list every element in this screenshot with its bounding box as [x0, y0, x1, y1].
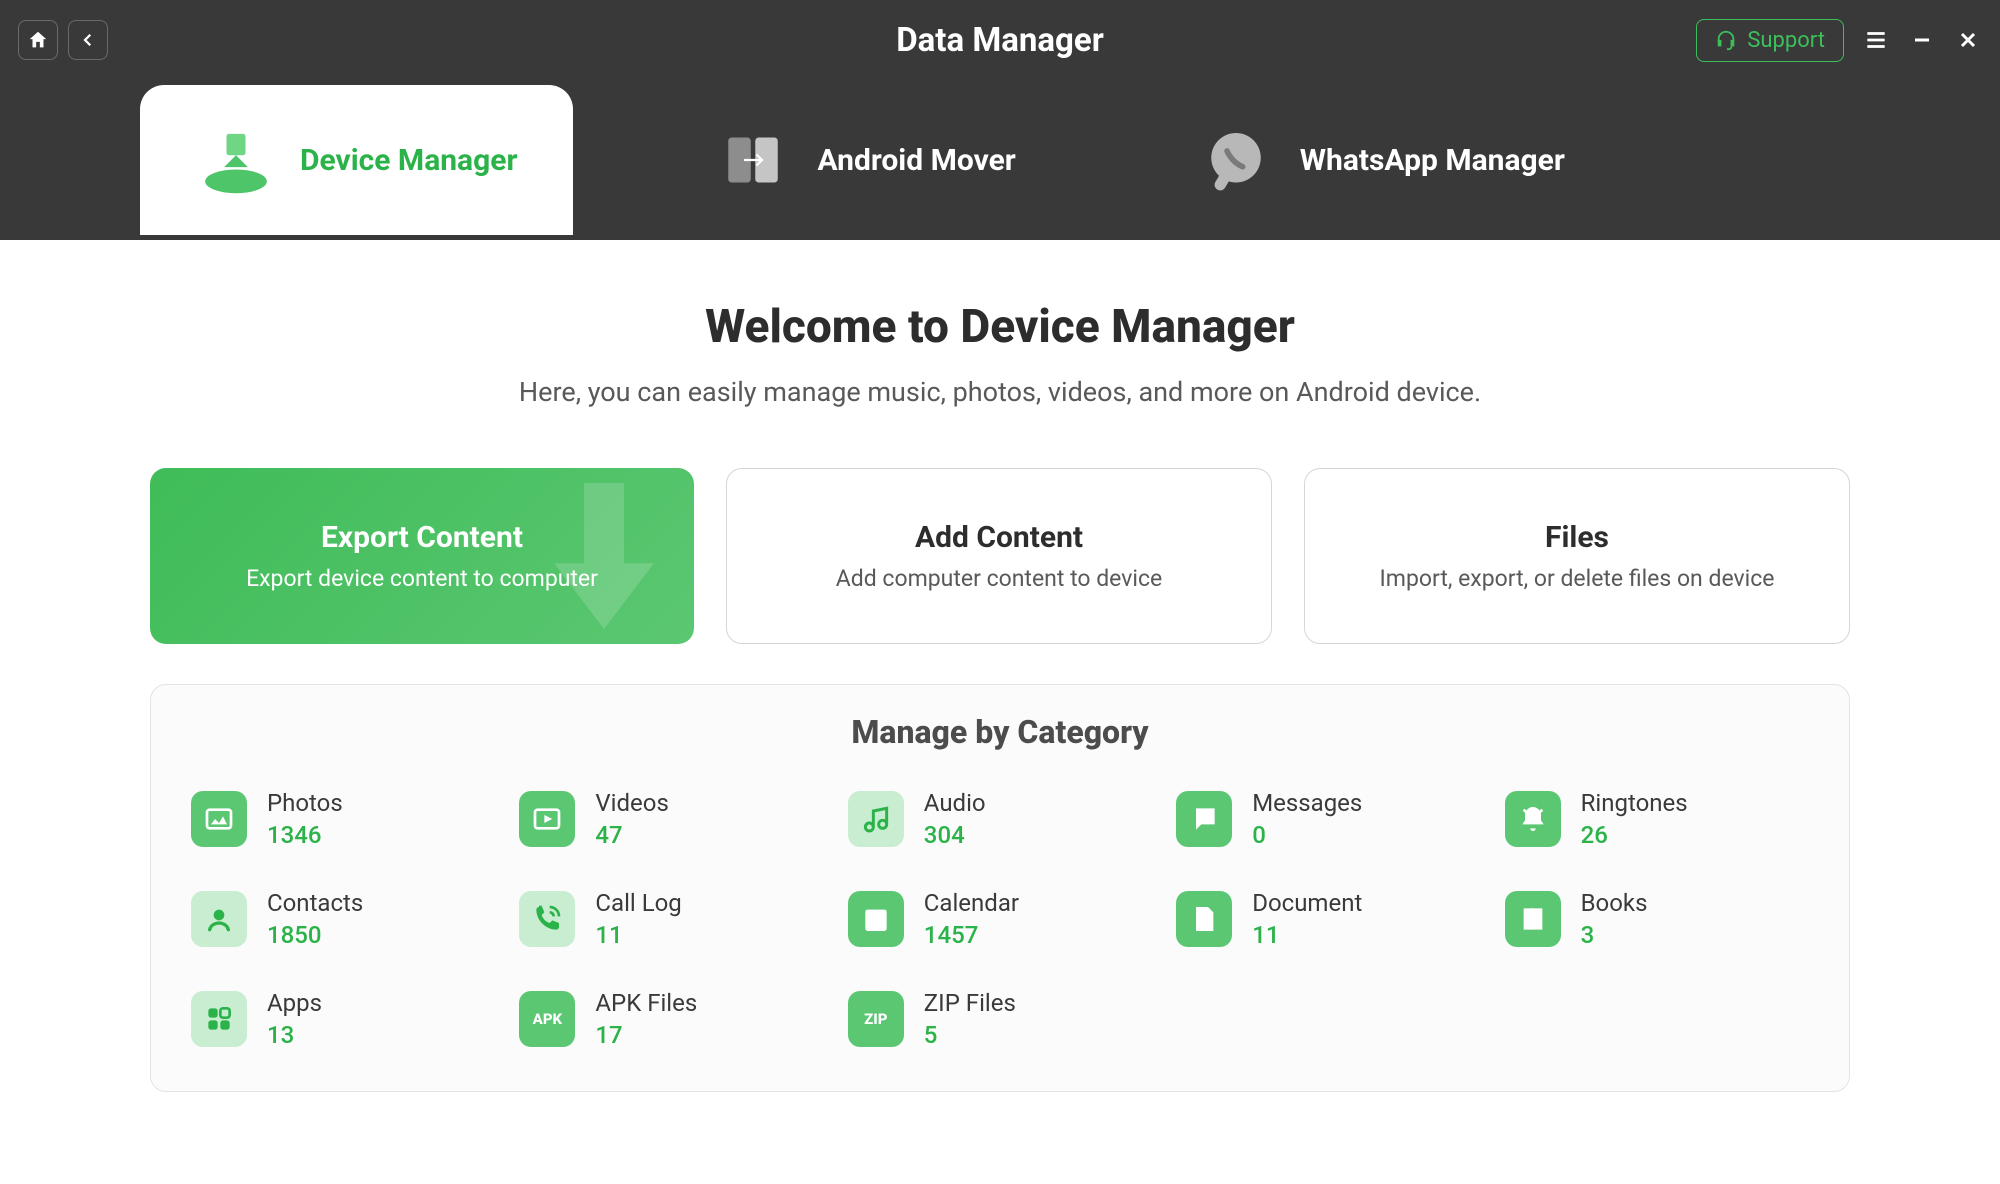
category-label: Audio [924, 789, 986, 817]
category-count: 1457 [924, 921, 1019, 949]
tab-device-manager[interactable]: Device Manager [140, 85, 573, 235]
android-mover-icon [713, 120, 793, 200]
card-title: Add Content [915, 520, 1083, 555]
categories-panel: Manage by Category Photos 1346 Videos 47 Aud… [150, 684, 1850, 1092]
category-zip[interactable]: ZIP ZIP Files 5 [844, 983, 1156, 1055]
support-button[interactable]: Support [1696, 19, 1844, 62]
action-cards: Export Content Export device content to … [150, 468, 1850, 644]
category-label: Document [1252, 889, 1362, 917]
messages-icon [1176, 791, 1232, 847]
device-manager-icon [196, 120, 276, 200]
main-content: Welcome to Device Manager Here, you can … [0, 240, 2000, 1152]
tab-whatsapp-manager[interactable]: WhatsApp Manager [1156, 85, 1605, 235]
titlebar: Data Manager Support [0, 0, 2000, 80]
apps-icon [191, 991, 247, 1047]
category-count: 0 [1252, 821, 1362, 849]
ringtones-icon [1505, 791, 1561, 847]
app-header: Data Manager Support Device Manager [0, 0, 2000, 240]
category-count: 47 [595, 821, 668, 849]
category-count: 1346 [267, 821, 343, 849]
category-label: Contacts [267, 889, 363, 917]
chevron-left-icon [79, 31, 97, 49]
tab-label: Device Manager [300, 143, 517, 178]
menu-button[interactable] [1862, 26, 1890, 54]
category-count: 26 [1581, 821, 1688, 849]
whatsapp-manager-icon [1196, 120, 1276, 200]
card-title: Export Content [321, 520, 523, 555]
category-count: 1850 [267, 921, 363, 949]
main-tabs: Device Manager Android Mover WhatsApp Ma… [0, 80, 2000, 240]
home-button[interactable] [18, 20, 58, 60]
svg-text:03: 03 [869, 915, 883, 929]
category-label: Apps [267, 989, 322, 1017]
category-label: Call Log [595, 889, 681, 917]
category-count: 13 [267, 1021, 322, 1049]
category-audio[interactable]: Audio 304 [844, 783, 1156, 855]
category-videos[interactable]: Videos 47 [515, 783, 827, 855]
export-content-card[interactable]: Export Content Export device content to … [150, 468, 694, 644]
support-label: Support [1747, 28, 1825, 53]
contacts-icon [191, 891, 247, 947]
apk-icon: APK [519, 991, 575, 1047]
category-photos[interactable]: Photos 1346 [187, 783, 499, 855]
close-icon [1956, 28, 1980, 52]
category-count: 5 [924, 1021, 1016, 1049]
category-books[interactable]: Books 3 [1501, 883, 1813, 955]
category-label: APK Files [595, 989, 697, 1017]
tab-android-mover[interactable]: Android Mover [673, 85, 1055, 235]
card-subtitle: Export device content to computer [246, 565, 598, 592]
category-count: 304 [924, 821, 986, 849]
minimize-icon [1910, 28, 1934, 52]
minimize-button[interactable] [1908, 26, 1936, 54]
call-log-icon [519, 891, 575, 947]
calendar-icon: 03 [848, 891, 904, 947]
tab-label: Android Mover [817, 143, 1015, 178]
category-document[interactable]: Document 11 [1172, 883, 1484, 955]
category-call-log[interactable]: Call Log 11 [515, 883, 827, 955]
photos-icon [191, 791, 247, 847]
category-count: 11 [1252, 921, 1362, 949]
card-subtitle: Import, export, or delete files on devic… [1380, 565, 1775, 592]
category-count: 11 [595, 921, 681, 949]
zip-icon: ZIP [848, 991, 904, 1047]
welcome-title: Welcome to Device Manager [150, 300, 1850, 354]
card-title: Files [1545, 520, 1609, 555]
app-title: Data Manager [896, 21, 1104, 60]
category-messages[interactable]: Messages 0 [1172, 783, 1484, 855]
headset-icon [1715, 29, 1737, 51]
hamburger-icon [1863, 27, 1889, 53]
tab-label: WhatsApp Manager [1300, 143, 1565, 178]
category-label: Messages [1252, 789, 1362, 817]
close-button[interactable] [1954, 26, 1982, 54]
category-count: 17 [595, 1021, 697, 1049]
category-count: 3 [1581, 921, 1648, 949]
home-icon [27, 29, 49, 51]
category-label: Videos [595, 789, 668, 817]
category-label: Ringtones [1581, 789, 1688, 817]
category-label: Calendar [924, 889, 1019, 917]
category-apk[interactable]: APK APK Files 17 [515, 983, 827, 1055]
back-button[interactable] [68, 20, 108, 60]
videos-icon [519, 791, 575, 847]
audio-icon [848, 791, 904, 847]
category-calendar[interactable]: 03 Calendar 1457 [844, 883, 1156, 955]
category-ringtones[interactable]: Ringtones 26 [1501, 783, 1813, 855]
category-label: Books [1581, 889, 1648, 917]
category-label: ZIP Files [924, 989, 1016, 1017]
document-icon [1176, 891, 1232, 947]
welcome-subtitle: Here, you can easily manage music, photo… [150, 376, 1850, 408]
add-content-card[interactable]: Add Content Add computer content to devi… [726, 468, 1272, 644]
categories-grid: Photos 1346 Videos 47 Audio 304 Messages 0 Ringt… [187, 783, 1813, 1055]
files-card[interactable]: Files Import, export, or delete files on… [1304, 468, 1850, 644]
category-label: Photos [267, 789, 343, 817]
categories-title: Manage by Category [187, 713, 1813, 751]
card-subtitle: Add computer content to device [836, 565, 1162, 592]
books-icon [1505, 891, 1561, 947]
category-apps[interactable]: Apps 13 [187, 983, 499, 1055]
category-contacts[interactable]: Contacts 1850 [187, 883, 499, 955]
